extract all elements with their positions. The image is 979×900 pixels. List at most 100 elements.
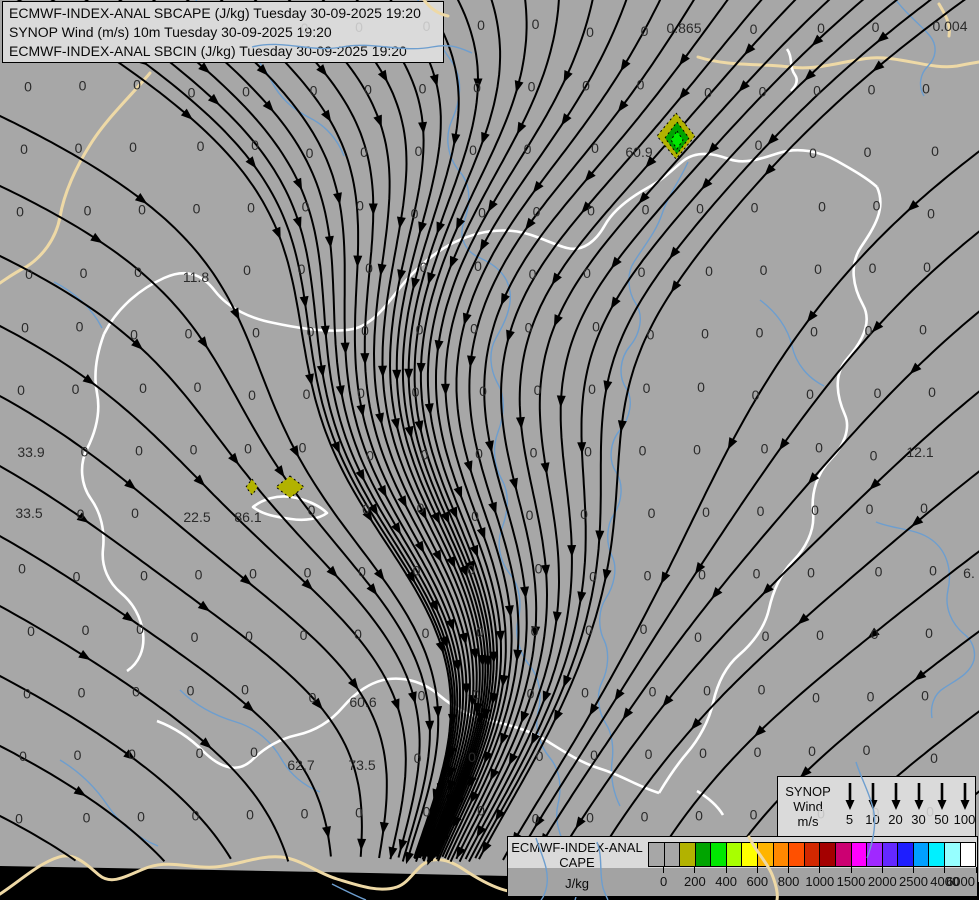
station-zero-value: 0 bbox=[304, 565, 312, 581]
station-zero-value: 0 bbox=[140, 568, 148, 584]
station-index-value: 11.8 bbox=[183, 269, 209, 285]
station-zero-value: 0 bbox=[24, 79, 32, 95]
station-zero-value: 0 bbox=[72, 381, 80, 397]
station-zero-value: 0 bbox=[361, 323, 369, 339]
station-zero-value: 0 bbox=[298, 261, 306, 277]
station-zero-value: 0 bbox=[195, 567, 203, 583]
station-zero-value: 0 bbox=[816, 627, 824, 643]
station-zero-value: 0 bbox=[249, 566, 257, 582]
station-zero-value: 0 bbox=[17, 382, 25, 398]
station-zero-value: 0 bbox=[809, 145, 817, 161]
station-zero-value: 0 bbox=[477, 17, 485, 33]
station-zero-value: 0 bbox=[79, 78, 87, 94]
station-zero-value: 0 bbox=[528, 79, 536, 95]
station-zero-value: 0 bbox=[138, 202, 146, 218]
station-zero-value: 0 bbox=[694, 629, 702, 645]
station-zero-value: 0 bbox=[869, 260, 877, 276]
cape-tick bbox=[975, 867, 977, 873]
cape-color-cell bbox=[726, 843, 742, 866]
station-index-value: 86.1 bbox=[234, 509, 261, 525]
cape-tick bbox=[694, 867, 696, 873]
station-zero-value: 0 bbox=[757, 503, 765, 519]
station-zero-value: 0 bbox=[77, 506, 85, 522]
station-index-value: 60.6 bbox=[349, 694, 376, 710]
arrow-head bbox=[937, 800, 946, 810]
arrow-head bbox=[914, 800, 923, 810]
station-zero-value: 0 bbox=[80, 265, 88, 281]
station-zero-value: 0 bbox=[704, 85, 712, 101]
station-zero-value: 0 bbox=[419, 81, 427, 97]
station-zero-value: 0 bbox=[927, 206, 935, 222]
station-zero-value: 0 bbox=[474, 258, 482, 274]
wind-arrow-item: 50 bbox=[930, 781, 953, 827]
station-zero-value: 0 bbox=[16, 204, 24, 220]
station-zero-value: 0 bbox=[417, 500, 425, 516]
station-zero-value: 0 bbox=[18, 561, 26, 577]
station-zero-value: 0 bbox=[535, 561, 543, 577]
station-zero-value: 0 bbox=[130, 327, 138, 343]
station-zero-value: 0 bbox=[133, 77, 141, 93]
station-zero-value: 0 bbox=[587, 203, 595, 219]
station-zero-value: 0 bbox=[931, 143, 939, 159]
cape-tick-label: 1000 bbox=[805, 874, 835, 889]
station-zero-value: 0 bbox=[591, 140, 599, 156]
station-zero-value: 0 bbox=[865, 323, 873, 339]
wind-legend-title-line2: Wind bbox=[793, 799, 823, 814]
station-zero-value: 0 bbox=[243, 262, 251, 278]
station-zero-value: 0 bbox=[532, 811, 540, 827]
station-zero-value: 0 bbox=[21, 320, 29, 336]
station-zero-value: 0 bbox=[529, 266, 537, 282]
station-index-value: 33.5 bbox=[15, 505, 42, 521]
cape-legend-name: ECMWF-INDEX-ANAL CAPE bbox=[508, 840, 646, 870]
station-zero-value: 0 bbox=[308, 502, 316, 518]
station-zero-value: 0 bbox=[638, 264, 646, 280]
station-zero-value: 0 bbox=[193, 201, 201, 217]
arrow-head bbox=[845, 800, 854, 810]
station-zero-value: 0 bbox=[242, 84, 250, 100]
station-zero-value: 0 bbox=[817, 20, 825, 36]
cape-color-cell bbox=[742, 843, 758, 866]
station-zero-value: 0 bbox=[413, 563, 421, 579]
down-arrow-icon bbox=[845, 783, 854, 810]
wind-arrow-scale: 5 10 20 30 50 100 bbox=[838, 781, 976, 827]
cape-tick-label: 2000 bbox=[867, 874, 897, 889]
station-zero-value: 0 bbox=[252, 325, 260, 341]
station-zero-value: 0 bbox=[928, 384, 936, 400]
cape-tick-label: 2500 bbox=[899, 874, 928, 889]
station-zero-value: 0 bbox=[131, 505, 139, 521]
cape-color-cell bbox=[680, 843, 695, 866]
station-zero-value: 0 bbox=[412, 384, 420, 400]
station-zero-value: 0 bbox=[697, 379, 705, 395]
station-zero-value: 0 bbox=[588, 381, 596, 397]
cape-tick bbox=[850, 867, 852, 873]
station-zero-value: 0 bbox=[187, 683, 195, 699]
station-zero-value: 0 bbox=[533, 204, 541, 220]
station-zero-value: 0 bbox=[640, 621, 648, 637]
cape-tick bbox=[944, 867, 946, 873]
station-zero-value: 0 bbox=[422, 625, 430, 641]
station-zero-value: 0 bbox=[642, 202, 650, 218]
station-zero-value: 0 bbox=[362, 501, 370, 517]
station-zero-value: 0 bbox=[693, 442, 701, 458]
station-zero-value: 0 bbox=[875, 564, 883, 580]
station-zero-value: 0 bbox=[241, 682, 249, 698]
station-zero-value: 0 bbox=[812, 690, 820, 706]
station-zero-value: 0 bbox=[920, 500, 928, 516]
station-zero-value: 0 bbox=[582, 78, 590, 94]
station-index-value: 62.7 bbox=[287, 757, 314, 773]
cape-color-cell bbox=[649, 843, 664, 866]
station-zero-value: 0 bbox=[27, 623, 35, 639]
cape-tick-label: 400 bbox=[715, 874, 737, 889]
station-zero-value: 0 bbox=[300, 627, 308, 643]
cape-tick-label: 200 bbox=[683, 874, 706, 889]
station-zero-value: 0 bbox=[468, 749, 476, 765]
station-zero-value: 0 bbox=[245, 628, 253, 644]
station-zero-value: 0 bbox=[705, 263, 713, 279]
station-zero-value: 0 bbox=[922, 81, 930, 97]
station-zero-value: 0 bbox=[699, 745, 707, 761]
station-zero-value: 0 bbox=[874, 385, 882, 401]
station-zero-value: 0 bbox=[470, 321, 478, 337]
station-zero-value: 0 bbox=[929, 563, 937, 579]
station-zero-value: 0 bbox=[586, 24, 594, 40]
station-zero-value: 0 bbox=[477, 803, 485, 819]
